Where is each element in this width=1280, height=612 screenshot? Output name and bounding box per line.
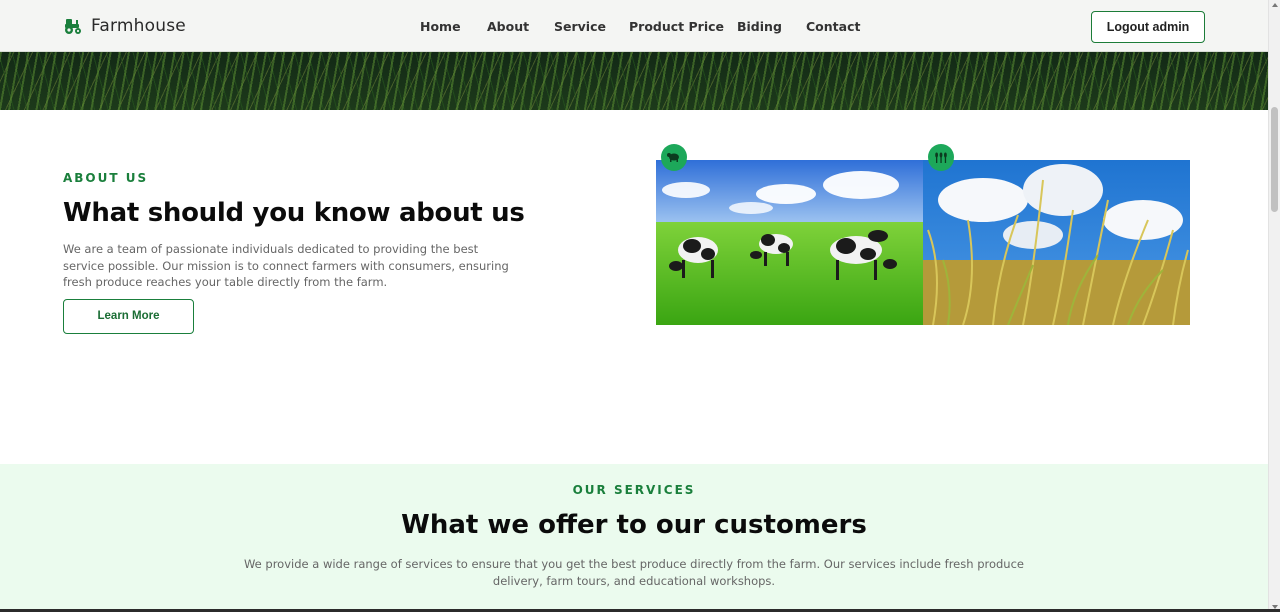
logout-button[interactable]: Logout admin bbox=[1091, 11, 1205, 43]
crops-icon bbox=[928, 144, 954, 170]
services-title: What we offer to our customers bbox=[401, 510, 867, 540]
nav-link-product-price[interactable]: Product Price bbox=[629, 19, 724, 34]
learn-more-button[interactable]: Learn More bbox=[63, 299, 194, 334]
nav-link-biding[interactable]: Biding bbox=[737, 19, 782, 34]
about-title: What should you know about us bbox=[63, 198, 525, 228]
vertical-scrollbar[interactable] bbox=[1268, 0, 1280, 612]
main-nav: Home About Service Product Price Biding … bbox=[0, 19, 1268, 37]
scrollbar-thumb[interactable] bbox=[1271, 107, 1278, 212]
nav-link-service[interactable]: Service bbox=[554, 19, 606, 34]
page: Farmhouse Home About Service Product Pri… bbox=[0, 0, 1268, 612]
about-eyebrow: ABOUT US bbox=[63, 171, 149, 185]
about-description: We are a team of passionate individuals … bbox=[63, 242, 509, 289]
wheat-field-photo bbox=[923, 160, 1190, 325]
services-description: We provide a wide range of services to e… bbox=[243, 557, 1024, 588]
navbar: Farmhouse Home About Service Product Pri… bbox=[0, 0, 1268, 52]
nav-link-contact[interactable]: Contact bbox=[806, 19, 860, 34]
scroll-up-icon[interactable] bbox=[1272, 3, 1278, 7]
cow-icon bbox=[661, 144, 687, 170]
nav-link-about[interactable]: About bbox=[487, 19, 529, 34]
services-eyebrow: OUR SERVICES bbox=[572, 483, 696, 497]
nav-link-home[interactable]: Home bbox=[420, 19, 461, 34]
cows-grazing-photo bbox=[656, 160, 923, 325]
